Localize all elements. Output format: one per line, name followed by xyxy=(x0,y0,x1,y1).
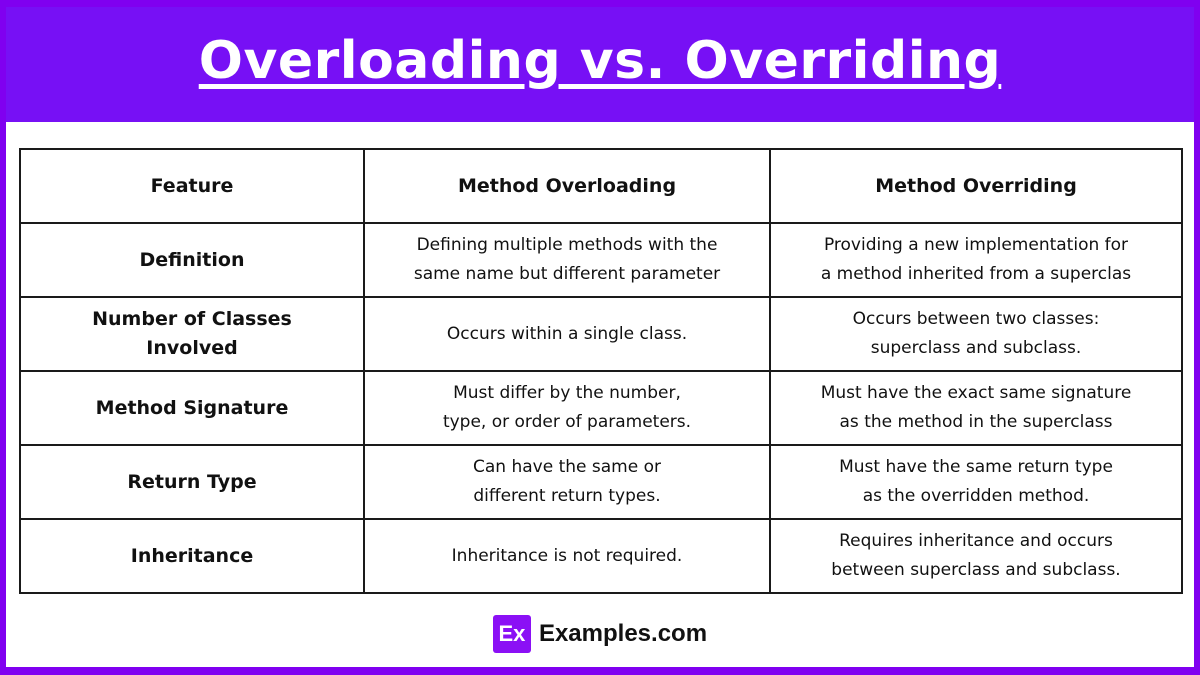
cell-text-line: different return types. xyxy=(473,486,661,506)
cell-text-line: Number of Classes xyxy=(92,308,292,330)
table-header-row: Feature Method Overloading Method Overri… xyxy=(19,148,1183,224)
feature-cell: Number of Classes Involved xyxy=(19,296,365,372)
title-banner: Overloading vs. Overriding xyxy=(6,7,1194,122)
cell-text-line: as the overridden method. xyxy=(862,486,1090,506)
cell-text-line: Definition xyxy=(139,248,245,271)
page-title: Overloading vs. Overriding xyxy=(198,30,1002,91)
overriding-cell: Must have the exact same signature as the… xyxy=(769,370,1183,446)
table-row: Inheritance Inheritance is not required. R… xyxy=(19,518,1183,594)
table-row: Return Type Can have the same or different… xyxy=(19,444,1183,520)
overriding-cell: Providing a new implementation for a meth… xyxy=(769,222,1183,298)
cell-text-line: Requires inheritance and occurs xyxy=(839,531,1113,551)
overloading-cell: Inheritance is not required. xyxy=(363,518,771,594)
brand-name: Examples.com xyxy=(538,620,708,647)
cell-text-line: Defining multiple methods with the xyxy=(416,235,718,255)
cell-text-line: Must have the exact same signature xyxy=(820,383,1132,403)
overloading-cell: Can have the same or different return typ… xyxy=(363,444,771,520)
table-row: Method Signature Must differ by the numbe… xyxy=(19,370,1183,446)
examples-logo-icon: Ex xyxy=(492,615,531,653)
cell-text-line: Involved xyxy=(146,337,238,359)
overriding-cell: Must have the same return type as the ove… xyxy=(769,444,1183,520)
cell-text-line: Return Type xyxy=(127,470,257,493)
page-frame: Overloading vs. Overriding Feature Metho… xyxy=(6,7,1194,667)
overloading-cell: Defining multiple methods with the same n… xyxy=(363,222,771,298)
cell-text-line: Can have the same or xyxy=(473,457,661,477)
comparison-table: Feature Method Overloading Method Overri… xyxy=(19,148,1183,594)
overloading-cell: Must differ by the number, type, or order… xyxy=(363,370,771,446)
cell-text-line: Method Signature xyxy=(95,396,289,419)
feature-cell: Definition xyxy=(19,222,365,298)
table-row: Number of Classes Involved Occurs within a… xyxy=(19,296,1183,372)
table-row: Definition Defining multiple methods with… xyxy=(19,222,1183,298)
cell-text-line: Inheritance is not required. xyxy=(451,545,683,566)
brand-footer: Ex Examples.com xyxy=(6,615,1194,653)
column-header-overloading: Method Overloading xyxy=(363,148,771,224)
overloading-cell: Occurs within a single class. xyxy=(363,296,771,372)
column-header-overriding: Method Overriding xyxy=(769,148,1183,224)
cell-text-line: Occurs within a single class. xyxy=(446,323,688,344)
feature-cell: Return Type xyxy=(19,444,365,520)
cell-text-line: same name but different parameter xyxy=(413,264,721,284)
feature-cell: Inheritance xyxy=(19,518,365,594)
cell-text-line: Must have the same return type xyxy=(839,457,1113,477)
feature-cell: Method Signature xyxy=(19,370,365,446)
cell-text-line: Inheritance xyxy=(130,544,254,567)
cell-text-line: Occurs between two classes: xyxy=(852,309,1100,329)
overriding-cell: Occurs between two classes: superclass an… xyxy=(769,296,1183,372)
cell-text-line: Must differ by the number, xyxy=(453,383,681,403)
cell-text-line: type, or order of parameters. xyxy=(442,412,692,432)
cell-text-line: between superclass and subclass. xyxy=(831,560,1121,580)
overriding-cell: Requires inheritance and occurs between s… xyxy=(769,518,1183,594)
cell-text-line: Providing a new implementation for xyxy=(823,235,1129,255)
cell-text-line: a method inherited from a superclas xyxy=(820,264,1132,284)
cell-text-line: superclass and subclass. xyxy=(870,338,1082,358)
cell-text-line: as the method in the superclass xyxy=(839,412,1113,432)
column-header-feature: Feature xyxy=(19,148,365,224)
